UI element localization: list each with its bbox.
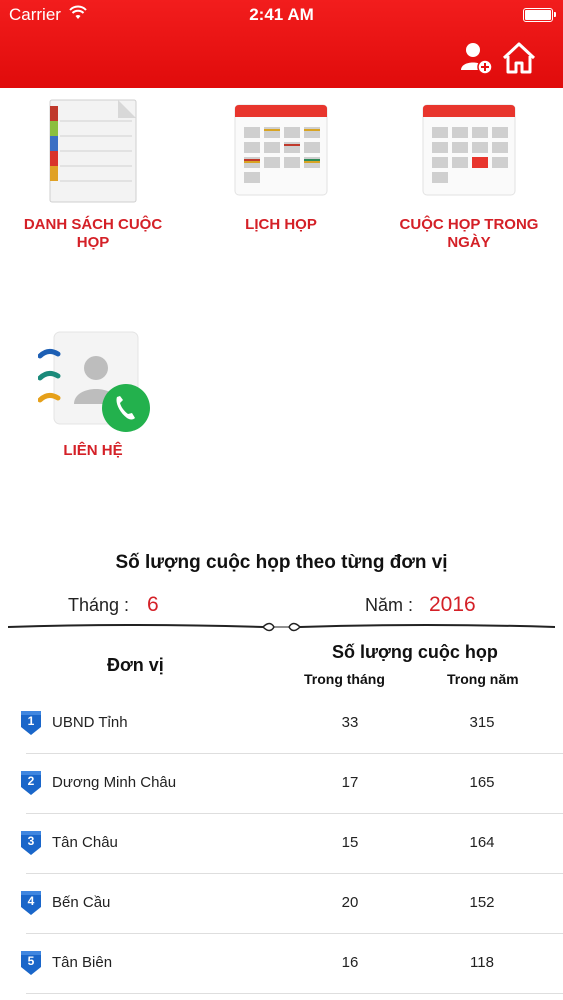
year-count: 164 [469,834,495,851]
col-count-header: Số lượng cuộc họp [332,642,498,662]
rank-badge-icon: 1 [21,711,41,735]
home-icon[interactable] [501,40,537,76]
col-year-header: Trong năm [447,671,519,687]
month-count: 33 [341,714,359,731]
menu-meeting-calendar-label: LỊCH HỌP [245,216,317,233]
stats-title: Số lượng cuộc họp theo từng đơn vị [115,552,448,573]
menu-contacts-label: LIÊN HỆ [63,442,123,459]
year-count: 315 [469,714,495,731]
contact-phone-icon [38,331,150,432]
year-label: Năm : [365,595,414,615]
col-month-header: Trong tháng [304,671,385,687]
rank-badge-icon: 3 [21,831,41,855]
month-count: 17 [341,774,359,791]
table-row[interactable]: 4 Bến Cầu 20 152 [0,874,563,934]
rank-number: 2 [28,774,35,788]
year-count: 118 [470,954,494,971]
rank-number: 5 [28,954,35,968]
table-row[interactable]: 2 Dương Minh Châu 17 165 [0,754,563,814]
menu-contacts[interactable]: LIÊN HỆ [8,326,178,466]
rank-badge-icon: 4 [21,891,41,915]
table-row[interactable]: 5 Tân Biên 16 118 [0,934,563,994]
year-count: 152 [469,894,495,911]
status-time: 2:41 AM [249,5,314,24]
menu-meeting-list[interactable]: DANH SÁCH CUỘC HỌP [8,96,178,266]
add-user-icon[interactable] [459,40,495,76]
top-bar: Carrier 2:41 AM [0,0,563,88]
rank-badge-icon: 2 [21,771,41,795]
row-divider [26,993,563,994]
month-label: Tháng : [68,595,130,615]
year-value[interactable]: 2016 [429,593,476,617]
status-bar: Carrier 2:41 AM [0,0,563,30]
battery-icon [523,8,556,22]
menu-meeting-list-label: DANH SÁCH CUỘC HỌP [23,216,163,251]
menu-meeting-calendar[interactable]: LỊCH HỌP [196,96,366,266]
unit-name: Tân Châu [52,834,118,851]
month-count: 16 [341,954,359,971]
unit-name: Dương Minh Châu [52,774,177,791]
unit-name: UBND Tỉnh [52,714,128,731]
table-row[interactable]: 3 Tân Châu 15 164 [0,814,563,874]
rank-badge-icon: 5 [21,951,41,975]
rank-number: 3 [28,834,35,848]
rank-number: 4 [28,894,35,908]
rank-number: 1 [28,714,35,728]
calendar-icon [234,104,328,196]
month-count: 20 [341,894,359,911]
document-list-icon [49,99,137,203]
col-unit-header: Đơn vị [107,655,164,675]
unit-name: Bến Cầu [52,894,111,911]
table-row[interactable]: 1 UBND Tỉnh 33 315 [0,694,563,754]
ornament-divider [8,622,555,632]
calendar-today-icon [422,104,516,196]
menu-meetings-today[interactable]: CUỘC HỌP TRONG NGÀY [384,96,554,266]
menu-meetings-today-label: CUỘC HỌP TRONG NGÀY [399,216,539,251]
year-count: 165 [469,774,495,791]
unit-name: Tân Biên [52,954,113,971]
month-count: 15 [341,834,359,851]
month-value[interactable]: 6 [147,593,159,617]
